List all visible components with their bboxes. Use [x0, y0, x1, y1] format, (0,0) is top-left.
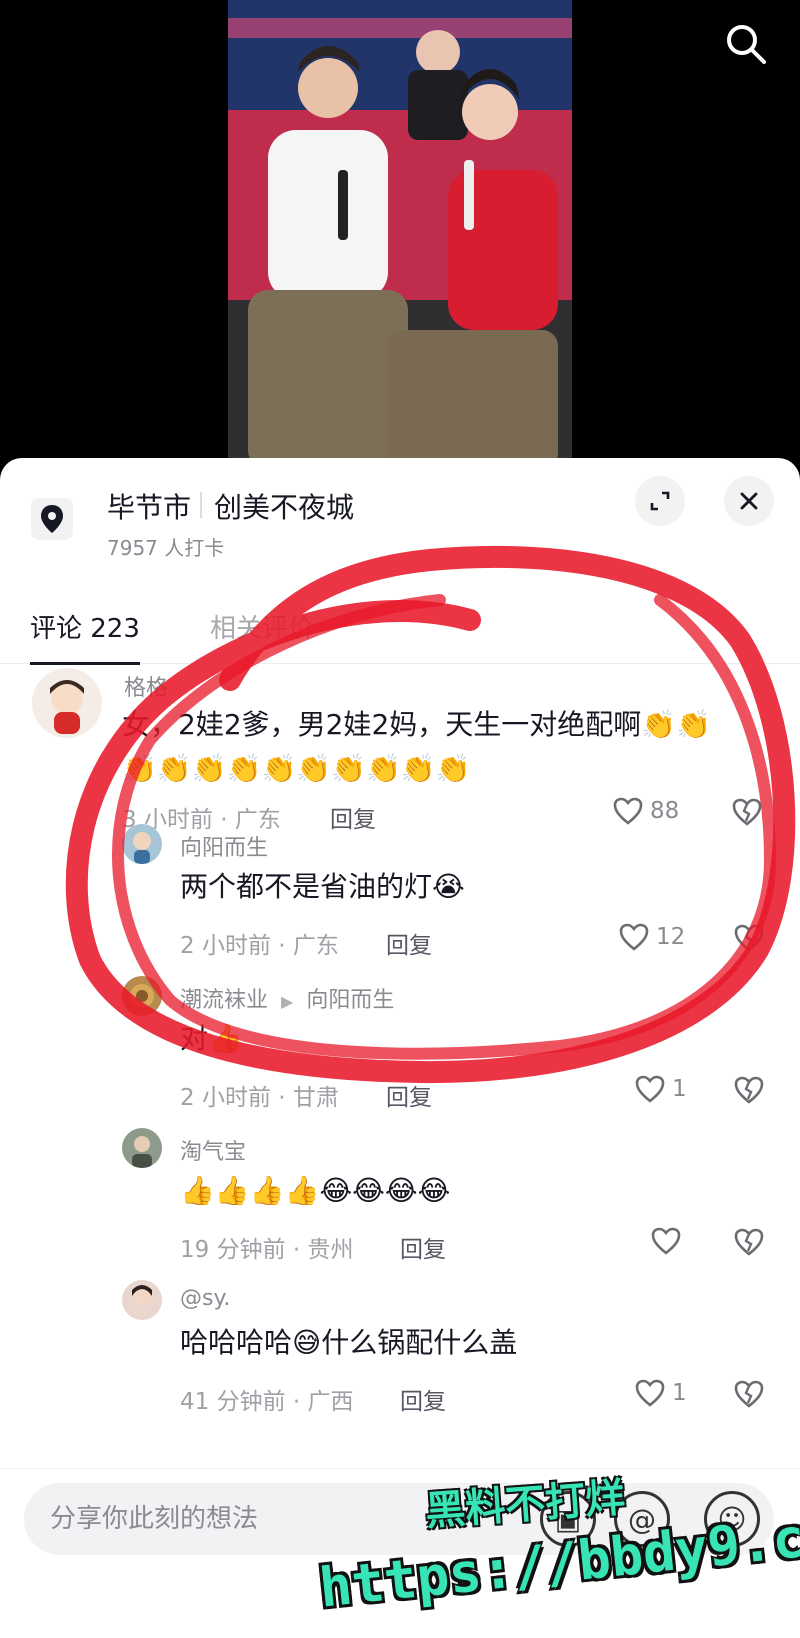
comment-text: 对👍: [180, 1022, 243, 1055]
avatar-photo: [132, 1285, 152, 1306]
comment-text: 哈哈哈哈😅什么锅配什么盖: [180, 1326, 518, 1359]
comment-username[interactable]: 向阳而生: [180, 830, 268, 862]
dislike-button[interactable]: [732, 1226, 766, 1260]
comment-text: 两个都不是省油的灯😭: [180, 870, 465, 903]
like-button[interactable]: 1: [634, 1378, 687, 1408]
reply-button[interactable]: 回复: [400, 1230, 446, 1264]
heart-icon: [619, 923, 649, 951]
comment-meta: 2 小时前 · 甘肃: [180, 1085, 339, 1111]
broken-heart-icon: [734, 1380, 764, 1408]
comment-tabs: 评论 223 相关评价: [0, 608, 800, 665]
location-pin-icon: [41, 505, 63, 533]
comment-meta: 41 分钟前 · 广西: [180, 1389, 354, 1415]
reply-button[interactable]: 回复: [386, 1078, 432, 1112]
heart-icon: [635, 1379, 665, 1407]
broken-heart-icon: [734, 1228, 764, 1256]
like-button[interactable]: 12: [618, 922, 685, 952]
location-divider: [200, 492, 202, 518]
comment-meta: 2 小时前 · 广东: [180, 933, 339, 959]
search-icon: [727, 25, 766, 64]
broken-heart-icon: [734, 1076, 764, 1104]
like-button[interactable]: 88: [612, 796, 679, 826]
video-scene-illustration: [228, 0, 572, 470]
tab-comments[interactable]: 评论 223: [30, 608, 140, 665]
location-pin-button[interactable]: [31, 498, 73, 540]
heart-icon: [613, 797, 643, 825]
comment-meta: 19 分钟前 · 贵州: [180, 1237, 354, 1263]
expand-icon: [650, 491, 670, 511]
checkin-count: 7957 人打卡: [107, 536, 225, 560]
avatar[interactable]: [122, 976, 162, 1016]
comment-username[interactable]: @sy.: [180, 1286, 230, 1311]
like-count: 12: [656, 924, 686, 950]
reply-button[interactable]: 回复: [386, 926, 432, 960]
broken-heart-icon: [732, 798, 762, 826]
reply-target[interactable]: 向阳而生: [306, 988, 394, 1013]
video-player[interactable]: [0, 0, 800, 470]
avatar-shop-logo: [130, 984, 154, 1008]
avatar-cartoon-boy: [133, 832, 151, 864]
like-count: 88: [650, 798, 680, 824]
avatar[interactable]: [122, 1280, 162, 1320]
heart-icon: [651, 1227, 681, 1255]
video-frame[interactable]: [228, 0, 572, 470]
location-city[interactable]: 毕节市: [107, 486, 191, 526]
reply-arrow-icon: ▶: [281, 992, 294, 1011]
expand-button[interactable]: [635, 476, 685, 526]
avatar[interactable]: [122, 824, 162, 864]
search-button[interactable]: [722, 20, 770, 68]
comment-text: 👍👍👍👍😂😂😂😂: [180, 1174, 451, 1207]
comment-sheet: 毕节市 创美不夜城 7957 人打卡 评论 223 相关评价 格格 女，2娃2爹…: [0, 458, 800, 1638]
like-button[interactable]: 1: [634, 1074, 687, 1104]
avatar[interactable]: [122, 1128, 162, 1168]
like-count: 1: [672, 1076, 687, 1102]
avatar-photo: [132, 1136, 152, 1168]
comment-text-continued: 👏👏👏👏👏👏👏👏👏👏: [122, 752, 471, 785]
close-button[interactable]: [724, 476, 774, 526]
dislike-button[interactable]: [730, 796, 764, 830]
comment-text: 女，2娃2爹，男2娃2妈，天生一对绝配啊👏👏: [122, 708, 711, 741]
dislike-button[interactable]: [732, 1378, 766, 1412]
tab-related-reviews[interactable]: 相关评价: [210, 608, 314, 664]
comment-username[interactable]: 潮流袜业 ▶ 向阳而生: [180, 982, 394, 1014]
heart-icon: [635, 1075, 665, 1103]
dislike-button[interactable]: [732, 922, 766, 956]
location-place[interactable]: 创美不夜城: [214, 486, 354, 526]
avatar-cartoon-girl: [50, 680, 84, 734]
like-button[interactable]: [650, 1226, 688, 1256]
broken-heart-icon: [734, 924, 764, 952]
reply-author[interactable]: 潮流袜业: [180, 988, 268, 1013]
comment-username[interactable]: 淘气宝: [180, 1134, 246, 1166]
like-count: 1: [672, 1380, 687, 1406]
reply-button[interactable]: 回复: [330, 800, 376, 834]
comment-username[interactable]: 格格: [124, 670, 168, 702]
reply-button[interactable]: 回复: [400, 1382, 446, 1416]
close-icon: [740, 492, 758, 510]
avatar[interactable]: [32, 668, 102, 738]
dislike-button[interactable]: [732, 1074, 766, 1108]
